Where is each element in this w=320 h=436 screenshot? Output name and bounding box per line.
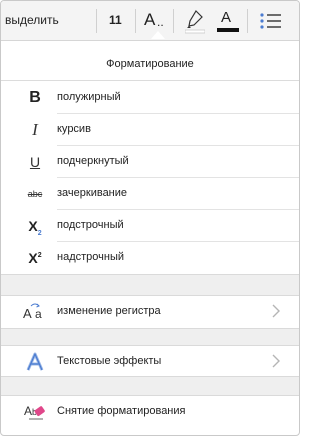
italic-icon: I [32, 120, 38, 139]
change-case-label: изменение регистра [57, 305, 161, 317]
superscript-label: надстрочный [57, 251, 124, 263]
underline-icon: U [29, 154, 41, 170]
text-effects-row[interactable]: Текстовые эффекты [1, 346, 299, 376]
font-formatting-dots: .. [157, 15, 164, 29]
svg-text:a: a [35, 307, 42, 321]
bold-icon: B [29, 89, 41, 106]
toolbar-divider [96, 9, 97, 33]
font-color-swatch [217, 28, 239, 32]
formatting-window: выделить 11 A .. A Форматирование B полу… [0, 0, 300, 436]
panel-title: Форматирование [106, 58, 194, 70]
change-case-icon: A a [21, 300, 49, 324]
section-gap [1, 376, 299, 396]
strikethrough-label: зачеркивание [57, 187, 128, 199]
change-case-row[interactable]: A a изменение регистра [1, 296, 299, 328]
subscript-label: подстрочный [57, 219, 124, 231]
toolbar-divider [247, 9, 248, 33]
toolbar-divider [173, 9, 174, 33]
subscript-icon: X2 [28, 218, 42, 237]
subscript-row[interactable]: X2 подстрочный [1, 210, 299, 242]
italic-label: курсив [57, 123, 91, 135]
underline-label: подчеркнутый [57, 155, 129, 167]
text-effects-label: Текстовые эффекты [57, 355, 162, 367]
clear-formatting-row[interactable]: A b Снятие форматирования [1, 396, 299, 428]
text-effects-icon [21, 350, 49, 374]
section-gap [1, 274, 299, 296]
strikethrough-row[interactable]: abc зачеркивание [1, 178, 299, 210]
bold-label: полужирный [57, 91, 121, 103]
superscript-row[interactable]: X2 надстрочный [1, 242, 299, 274]
panel-header: Форматирование [1, 41, 299, 81]
toolbar-divider [135, 9, 136, 33]
popover-caret [151, 31, 165, 39]
svg-text:A: A [24, 404, 32, 418]
svg-text:A: A [23, 306, 32, 321]
font-color-button[interactable]: A [217, 9, 239, 35]
font-formatting-button[interactable]: A [144, 10, 155, 30]
bold-row[interactable]: B полужирный [1, 82, 299, 114]
italic-row[interactable]: I курсив [1, 114, 299, 146]
toolbar: выделить 11 A .. A [1, 1, 299, 41]
font-color-icon: A [221, 9, 232, 26]
chevron-right-icon [272, 304, 280, 318]
select-button[interactable]: выделить [5, 13, 59, 27]
strikethrough-icon: abc [27, 189, 43, 199]
section-gap [1, 328, 299, 346]
font-size-button[interactable]: 11 [109, 13, 122, 27]
superscript-icon: X2 [28, 250, 42, 266]
bullet-list-icon[interactable] [258, 11, 284, 31]
clear-formatting-label: Снятие форматирования [57, 405, 186, 417]
underline-row[interactable]: U подчеркнутый [1, 146, 299, 178]
chevron-right-icon [272, 354, 280, 368]
clear-formatting-icon: A b [21, 400, 49, 424]
highlighter-icon[interactable] [184, 9, 206, 35]
